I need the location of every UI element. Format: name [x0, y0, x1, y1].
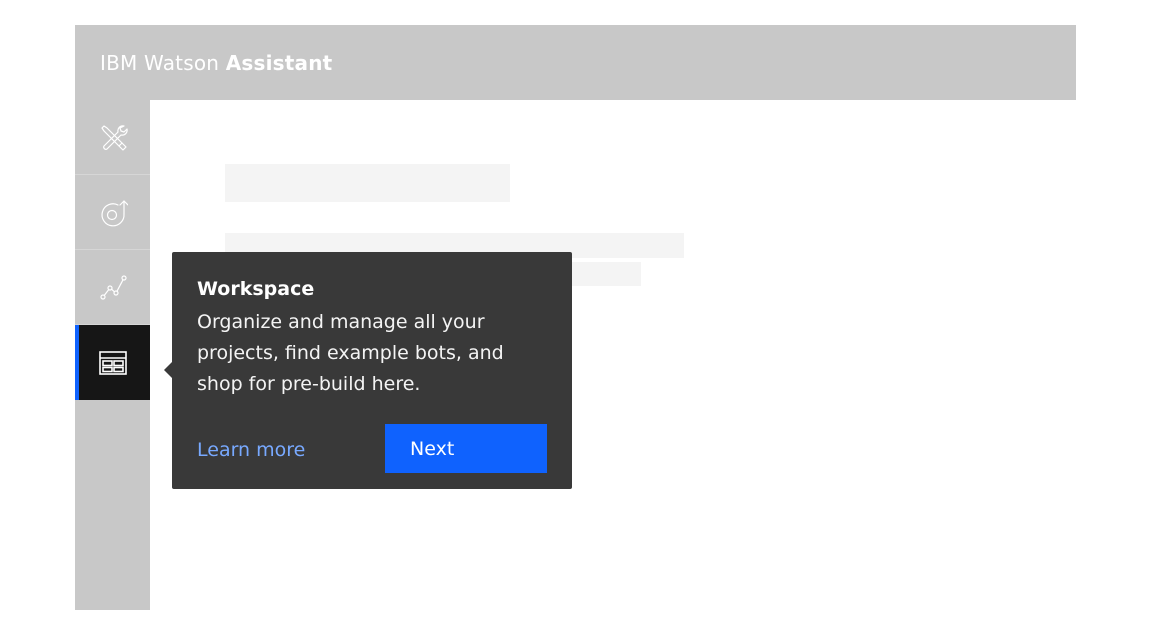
skeleton-heading [225, 164, 510, 202]
brand-product: Assistant [225, 51, 333, 75]
sidebar-item-skills[interactable] [75, 175, 150, 250]
brand-title[interactable]: IBM Watson Assistant [100, 49, 332, 77]
brand-prefix: IBM Watson [100, 51, 226, 75]
tooltip-body: Organize and manage all your projects, f… [197, 311, 504, 395]
cycle-arrow-icon [100, 200, 128, 227]
app-header: IBM Watson Assistant [75, 25, 1076, 100]
tools-icon [100, 125, 128, 151]
learn-more-link[interactable]: Learn more [197, 437, 305, 463]
onboarding-tooltip: Workspace Organize and manage all your p… [164, 252, 572, 489]
sidebar-item-tools[interactable] [75, 100, 150, 175]
next-button[interactable]: Next [385, 424, 547, 473]
chart-line-icon [99, 275, 127, 300]
sidebar [75, 100, 150, 610]
sidebar-item-workspace[interactable] [75, 325, 150, 400]
workspace-icon [98, 350, 127, 375]
sidebar-item-analytics[interactable] [75, 250, 150, 325]
tooltip-title: Workspace [197, 278, 315, 300]
tooltip-caret [164, 362, 172, 378]
